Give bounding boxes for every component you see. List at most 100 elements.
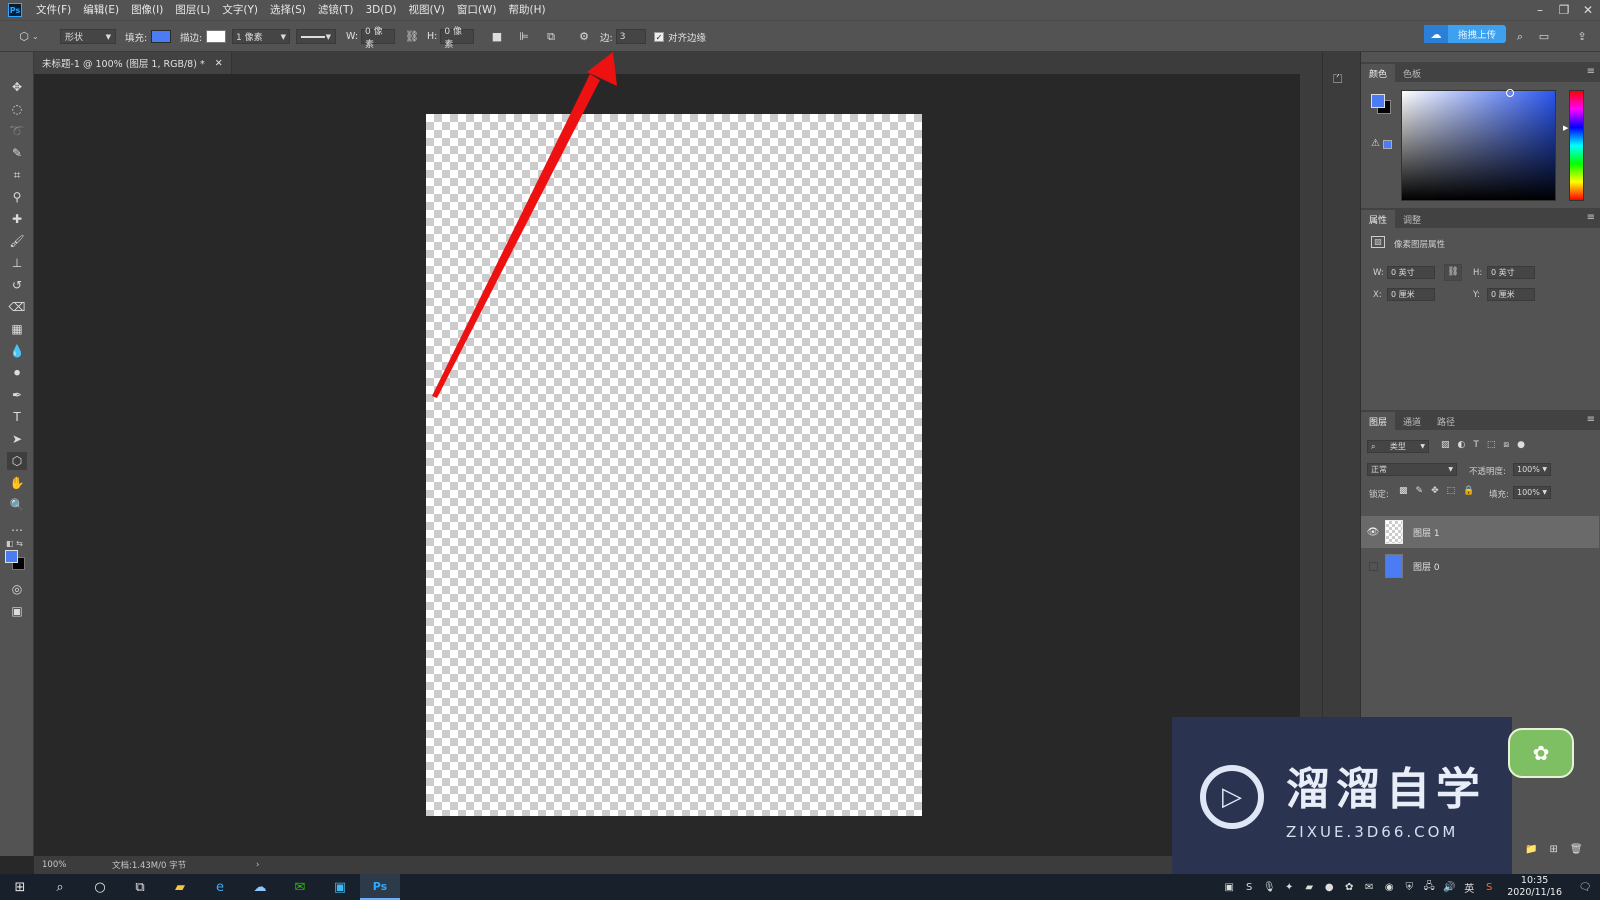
search-icon[interactable]: ⌕ [40,874,80,900]
stroke-type-select[interactable]: ▼ [296,29,336,44]
lock-all-icon[interactable]: 🔒 [1463,486,1474,496]
sides-input[interactable]: 3 [615,29,646,44]
layer-name[interactable]: 图层 1 [1413,526,1440,539]
upload-button[interactable]: ☁ 拖拽上传 [1424,25,1507,43]
menu-help[interactable]: 帮助(H) [503,0,552,20]
opacity-input[interactable]: 100% ▼ [1513,463,1551,476]
blur-tool-icon[interactable]: 💧 [7,342,27,360]
filter-smart-object-icon[interactable]: ⧈ [1503,440,1509,450]
document-tab[interactable]: 未标题-1 @ 100% (图层 1, RGB/8) * ✕ [34,52,232,74]
wechat-icon[interactable]: ✉ [280,874,320,900]
tray-wechat-icon[interactable]: ✉ [1359,874,1379,900]
app-icon[interactable]: ▣ [320,874,360,900]
color-picker-cursor[interactable] [1506,89,1514,97]
tab-adjustments[interactable]: 调整 [1395,210,1429,228]
eye-icon[interactable]: 👁 [1361,527,1385,538]
swap-colors-icon[interactable]: ◧ ⇆ [6,539,28,549]
tray-app-icon[interactable]: ✦ [1279,874,1299,900]
lock-transparency-icon[interactable]: ▩ [1399,486,1408,496]
lock-position-icon[interactable]: ✥ [1431,486,1439,496]
dodge-tool-icon[interactable]: ⚫ [7,364,27,382]
prop-x-input[interactable]: 0 厘米 [1387,288,1435,301]
color-picker-field[interactable] [1401,89,1556,201]
new-layer-icon[interactable]: ⊞ [1549,844,1557,855]
path-operations-icon[interactable]: ■ [489,29,505,45]
blend-mode-select[interactable]: 正常 ▼ [1367,463,1457,476]
filter-shape-icon[interactable]: ⬚ [1487,440,1496,450]
stroke-color-swatch[interactable] [206,30,227,43]
task-view-icon[interactable]: ⧉ [120,874,160,900]
filter-pixel-icon[interactable]: ▨ [1441,440,1450,450]
panel-menu-icon[interactable]: ≡ [1587,212,1595,223]
history-panel-icon[interactable]: ⏍ [1333,72,1342,87]
cortana-icon[interactable]: ○ [80,874,120,900]
shape-mode-select[interactable]: 形状 ▼ [60,29,116,44]
menu-view[interactable]: 视图(V) [403,0,451,20]
tray-app-icon[interactable]: ◉ [1379,874,1399,900]
path-selection-tool-icon[interactable]: ➤ [7,430,27,448]
quick-selection-tool-icon[interactable]: ✎ [7,144,27,162]
document-canvas[interactable] [426,114,922,816]
filter-adjustment-icon[interactable]: ◐ [1458,440,1466,450]
menu-filter[interactable]: 滤镜(T) [312,0,360,20]
panel-menu-icon[interactable]: ≡ [1587,414,1595,425]
menu-layer[interactable]: 图层(L) [169,0,216,20]
edge-browser-icon[interactable]: e [200,874,240,900]
layer-row[interactable]: 👁 图层 1 [1361,516,1599,548]
new-group-icon[interactable]: 📁 [1525,844,1537,855]
menu-select[interactable]: 选择(S) [264,0,312,20]
tool-preset-picker[interactable]: ⬡ ⌄ [16,28,39,45]
mascot-icon[interactable]: ✿ [1508,728,1574,778]
tab-channels[interactable]: 通道 [1395,412,1429,430]
move-tool-icon[interactable]: ✥ [7,78,27,96]
prop-width-input[interactable]: 0 英寸 [1387,266,1435,279]
tray-app-icon[interactable]: ▣ [1219,874,1239,900]
lock-pixels-icon[interactable]: ✎ [1416,486,1424,496]
fill-color-swatch[interactable] [151,30,172,43]
tray-sogou-icon[interactable]: S [1239,874,1259,900]
prop-height-input[interactable]: 0 英寸 [1487,266,1535,279]
notification-center-icon[interactable]: 🗨 [1570,874,1600,900]
clock[interactable]: 10:35 2020/11/16 [1499,875,1570,899]
tray-app-icon[interactable]: ● [1319,874,1339,900]
hand-tool-icon[interactable]: ✋ [7,474,27,492]
visibility-toggle[interactable] [1361,561,1385,571]
workspace-icon[interactable]: ▭ [1536,29,1552,45]
menu-window[interactable]: 窗口(W) [451,0,503,20]
gradient-tool-icon[interactable]: ▦ [7,320,27,338]
layer-filter-select[interactable]: ⌕ 类型 ▼ [1367,440,1429,453]
history-brush-tool-icon[interactable]: ↺ [7,276,27,294]
microphone-icon[interactable]: 🎙 [1259,874,1279,900]
menu-edit[interactable]: 编辑(E) [77,0,125,20]
search-icon[interactable]: ⌕ [1512,29,1528,45]
baidu-netdisk-icon[interactable]: ☁ [240,874,280,900]
zoom-tool-icon[interactable]: 🔍 [7,496,27,514]
healing-brush-tool-icon[interactable]: ✚ [7,210,27,228]
tab-swatches[interactable]: 色板 [1395,64,1429,82]
crop-tool-icon[interactable]: ⌗ [7,166,27,184]
volume-icon[interactable]: 🔊 [1439,874,1459,900]
minimize-icon[interactable]: – [1528,0,1552,20]
share-icon[interactable]: ⇪ [1574,29,1590,45]
tray-shield-icon[interactable]: ⛨ [1399,874,1419,900]
input-method-indicator[interactable]: 英 [1459,874,1479,900]
panel-menu-icon[interactable]: ≡ [1587,66,1595,77]
eraser-tool-icon[interactable]: ⌫ [7,298,27,316]
close-tab-icon[interactable]: ✕ [215,58,223,69]
align-edges-checkbox[interactable]: ✓ [654,31,664,42]
status-menu-arrow-icon[interactable]: › [256,860,259,870]
pen-tool-icon[interactable]: ✒ [7,386,27,404]
windows-start-icon[interactable]: ⊞ [0,874,40,900]
delete-layer-icon[interactable]: 🗑 [1570,844,1583,855]
tray-app-icon[interactable]: ✿ [1339,874,1359,900]
filter-toggle-icon[interactable]: ● [1517,440,1525,450]
layer-row[interactable]: 图层 0 [1361,550,1599,582]
link-icon[interactable]: ⛓ [404,29,420,45]
gear-icon[interactable]: ⚙ [576,29,592,45]
tab-layers[interactable]: 图层 [1361,412,1396,430]
path-alignment-icon[interactable]: ⊫ [516,29,532,45]
menu-image[interactable]: 图像(I) [125,0,169,20]
tray-sogou-ime-icon[interactable]: S [1479,874,1499,900]
width-input[interactable]: 0 像素 [361,27,396,50]
link-proportions-icon[interactable]: ⛓ [1444,264,1462,281]
